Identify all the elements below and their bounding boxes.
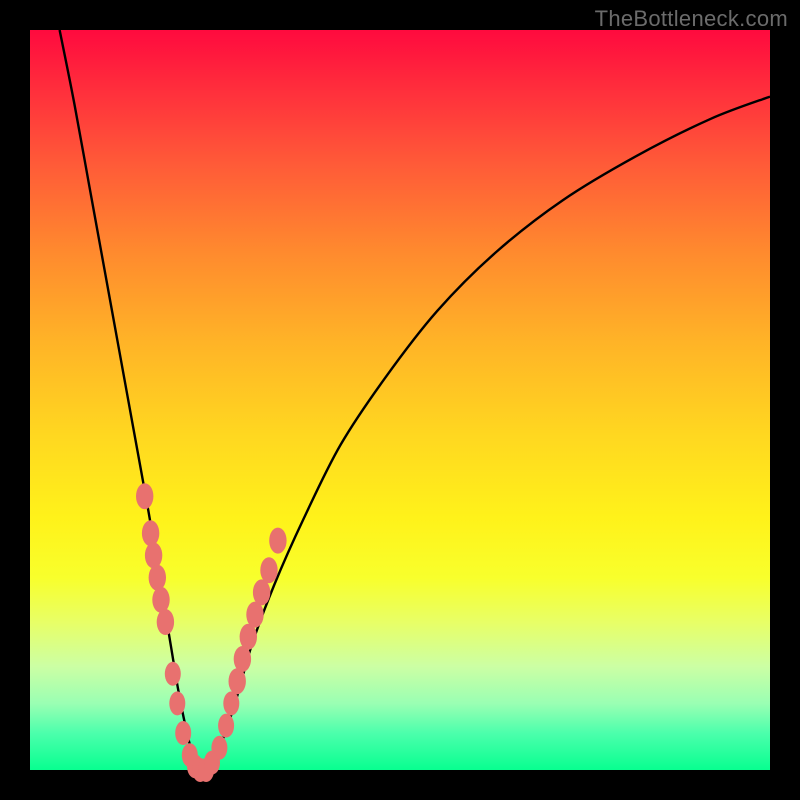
curve-marker — [165, 662, 181, 686]
curve-markers — [136, 483, 287, 782]
curve-marker — [223, 691, 239, 715]
curve-marker — [240, 624, 257, 650]
curve-marker — [157, 609, 174, 635]
curve-marker — [149, 565, 166, 591]
watermark-text: TheBottleneck.com — [595, 6, 788, 32]
curve-marker — [246, 602, 263, 628]
curve-marker — [136, 483, 153, 509]
bottleneck-curve — [60, 30, 770, 773]
curve-marker — [229, 668, 246, 694]
curve-marker — [260, 557, 277, 583]
curve-marker — [142, 520, 159, 546]
curve-marker — [253, 579, 270, 605]
chart-svg — [30, 30, 770, 770]
plot-area — [30, 30, 770, 770]
curve-marker — [152, 587, 169, 613]
curve-marker — [145, 542, 162, 568]
curve-marker — [211, 736, 227, 760]
curve-marker — [234, 646, 251, 672]
outer-frame: TheBottleneck.com — [0, 0, 800, 800]
curve-marker — [218, 714, 234, 738]
curve-marker — [175, 721, 191, 745]
curve-marker — [269, 528, 286, 554]
curve-marker — [169, 691, 185, 715]
